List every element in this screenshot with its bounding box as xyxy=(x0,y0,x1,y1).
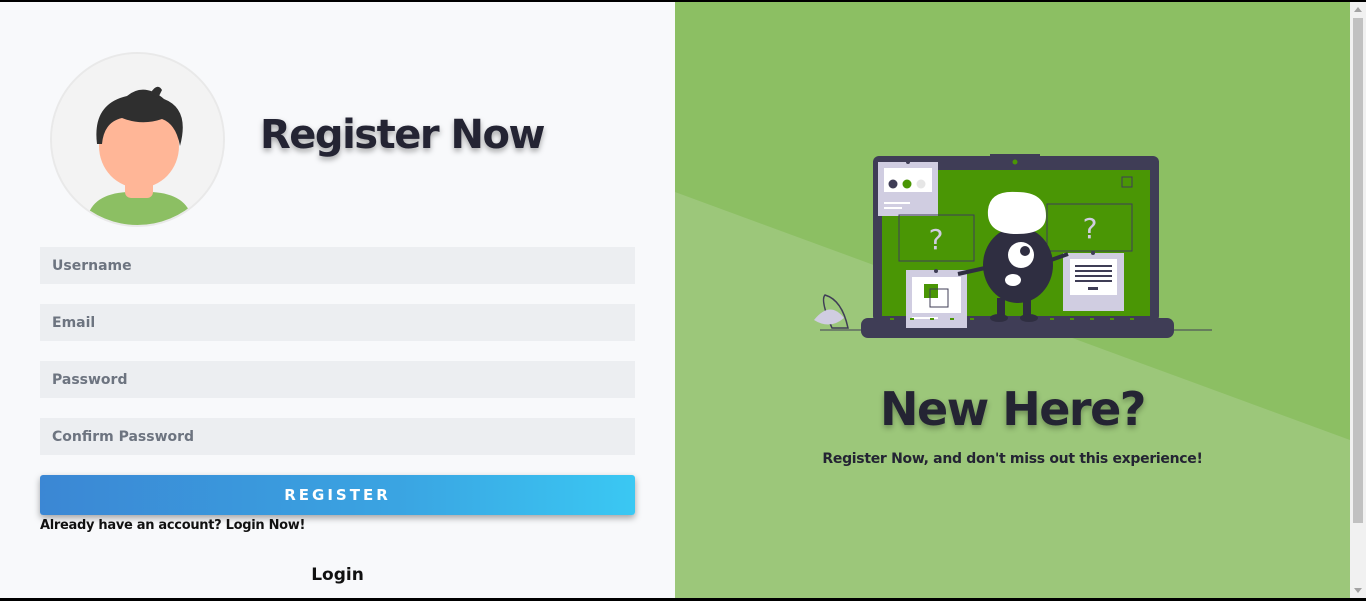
login-link[interactable]: Login xyxy=(0,565,675,585)
vertical-scrollbar[interactable] xyxy=(1350,2,1366,598)
page-title: Register Now xyxy=(260,112,545,158)
password-field[interactable] xyxy=(40,361,635,398)
already-account-text: Already have an account? Login Now! xyxy=(40,518,305,533)
scroll-up-icon[interactable] xyxy=(1354,7,1362,12)
svg-text:?: ? xyxy=(929,223,944,256)
promo-panel: ? ? New Here? Register Now, and don't mi… xyxy=(675,2,1350,598)
scrollbar-thumb[interactable] xyxy=(1353,18,1363,523)
promo-subtext: Register Now, and don't miss out this ex… xyxy=(822,451,1203,467)
email-field[interactable] xyxy=(40,304,635,341)
promo-heading: New Here? xyxy=(880,382,1146,436)
login-now-link[interactable]: Login Now! xyxy=(226,518,306,533)
already-account-label: Already have an account? xyxy=(40,518,226,533)
laptop-monster-icon: ? ? xyxy=(814,154,1212,338)
user-avatar-icon xyxy=(50,52,225,227)
username-field[interactable] xyxy=(40,247,635,284)
register-panel: Register Now REGISTER Already have an ac… xyxy=(0,2,675,598)
register-button[interactable]: REGISTER xyxy=(40,475,635,515)
scroll-down-icon[interactable] xyxy=(1354,588,1362,593)
confirm-password-field[interactable] xyxy=(40,418,635,455)
page: Register Now REGISTER Already have an ac… xyxy=(0,2,1366,598)
svg-text:?: ? xyxy=(1083,212,1098,245)
